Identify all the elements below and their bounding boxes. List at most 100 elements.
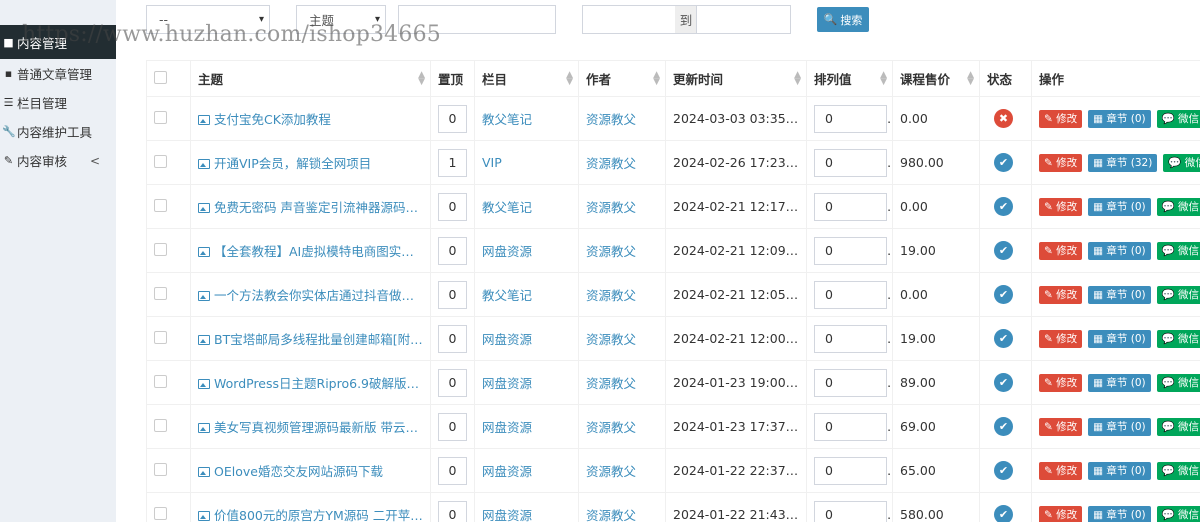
- row-author-link[interactable]: 资源教父: [578, 316, 666, 361]
- top-input[interactable]: 0: [438, 368, 467, 397]
- row-checkbox[interactable]: [154, 286, 167, 300]
- row-checkbox[interactable]: [154, 330, 167, 344]
- row-column-link[interactable]: 教父笔记: [474, 184, 579, 229]
- check-circle-icon[interactable]: ✔: [994, 417, 1013, 436]
- wechat-button[interactable]: 💬 微信: [1156, 505, 1200, 522]
- top-input[interactable]: 1: [438, 148, 467, 177]
- top-input[interactable]: 0: [438, 104, 467, 133]
- sidebar-item-column-management[interactable]: ☰ 栏目管理: [0, 88, 116, 117]
- rank-input[interactable]: 0: [814, 368, 887, 397]
- top-input[interactable]: 0: [438, 280, 467, 309]
- row-author-link[interactable]: 资源教父: [578, 272, 666, 317]
- row-column-link[interactable]: 网盘资源: [474, 448, 579, 493]
- check-circle-icon[interactable]: ✔: [994, 153, 1013, 172]
- row-title-link[interactable]: 美女写真视频管理源码最新版 带云转…: [190, 404, 431, 449]
- check-circle-icon[interactable]: ✔: [994, 373, 1013, 392]
- header-price[interactable]: 课程售价 ▲ ▼: [892, 60, 980, 97]
- edit-button[interactable]: ✎ 修改: [1039, 373, 1083, 392]
- chapter-button[interactable]: ▦ 章节 (0): [1088, 461, 1151, 480]
- rank-input[interactable]: 0: [814, 500, 887, 522]
- chapter-button[interactable]: ▦ 章节 (0): [1088, 241, 1151, 260]
- row-title-link[interactable]: 价值800元的原宫方YM源码 二开苹…: [190, 492, 431, 522]
- check-circle-icon[interactable]: ✔: [994, 461, 1013, 480]
- row-title-link[interactable]: 一个方法教会你实体店通过抖音做获…: [190, 272, 431, 317]
- rank-input[interactable]: 0: [814, 236, 887, 265]
- row-checkbox-cell[interactable]: [146, 140, 191, 185]
- rank-input[interactable]: 0: [814, 456, 887, 485]
- rank-input[interactable]: 0: [814, 192, 887, 221]
- range-end-input[interactable]: [696, 5, 791, 34]
- row-column-link[interactable]: 网盘资源: [474, 316, 579, 361]
- select-all-checkbox[interactable]: [154, 70, 167, 84]
- wechat-button[interactable]: 💬 微信: [1156, 329, 1200, 348]
- wechat-button[interactable]: 💬 微信: [1163, 153, 1200, 172]
- rank-input[interactable]: 0: [814, 412, 887, 441]
- row-author-link[interactable]: 资源教父: [578, 228, 666, 273]
- wechat-button[interactable]: 💬 微信: [1156, 461, 1200, 480]
- row-author-link[interactable]: 资源教父: [578, 360, 666, 405]
- category-select[interactable]: -- ▾: [146, 5, 270, 34]
- header-title[interactable]: 主题 ▲ ▼: [190, 60, 431, 97]
- row-checkbox-cell[interactable]: [146, 404, 191, 449]
- row-title-link[interactable]: 【全套教程】AI虚拟模特电商图实战…: [190, 228, 431, 273]
- row-title-link[interactable]: 免费无密码 声音鉴定引流神器源码，…: [190, 184, 431, 229]
- row-column-link[interactable]: VIP: [474, 140, 579, 185]
- chapter-button[interactable]: ▦ 章节 (0): [1088, 417, 1151, 436]
- row-checkbox-cell[interactable]: [146, 184, 191, 229]
- wechat-button[interactable]: 💬 微信: [1156, 285, 1200, 304]
- keyword-input[interactable]: [398, 5, 556, 34]
- row-checkbox[interactable]: [154, 154, 167, 168]
- sidebar-item-content-review[interactable]: ✎ 内容审核 <: [0, 146, 116, 175]
- search-button[interactable]: 🔍 搜索: [817, 7, 869, 32]
- top-input[interactable]: 0: [438, 192, 467, 221]
- edit-button[interactable]: ✎ 修改: [1039, 417, 1083, 436]
- wechat-button[interactable]: 💬 微信: [1156, 197, 1200, 216]
- header-rank[interactable]: 排列值 ▲ ▼: [806, 60, 893, 97]
- edit-button[interactable]: ✎ 修改: [1039, 285, 1083, 304]
- chapter-button[interactable]: ▦ 章节 (0): [1088, 373, 1151, 392]
- edit-button[interactable]: ✎ 修改: [1039, 461, 1083, 480]
- row-checkbox-cell[interactable]: [146, 228, 191, 273]
- top-input[interactable]: 0: [438, 456, 467, 485]
- wechat-button[interactable]: 💬 微信: [1156, 373, 1200, 392]
- check-circle-icon[interactable]: ✔: [994, 285, 1013, 304]
- row-checkbox[interactable]: [154, 242, 167, 256]
- range-start-input[interactable]: [582, 5, 676, 34]
- check-circle-icon[interactable]: ✔: [994, 505, 1013, 522]
- row-checkbox[interactable]: [154, 110, 167, 124]
- edit-button[interactable]: ✎ 修改: [1039, 505, 1083, 522]
- wechat-button[interactable]: 💬 微信: [1156, 417, 1200, 436]
- select-all-checkbox-cell[interactable]: [146, 60, 191, 97]
- row-title-link[interactable]: BT宝塔邮局多线程批量创建邮箱[附…: [190, 316, 431, 361]
- check-circle-icon[interactable]: ✔: [994, 329, 1013, 348]
- top-input[interactable]: 0: [438, 236, 467, 265]
- chapter-button[interactable]: ▦ 章节 (0): [1088, 329, 1151, 348]
- edit-button[interactable]: ✎ 修改: [1039, 241, 1083, 260]
- chapter-button[interactable]: ▦ 章节 (0): [1088, 285, 1151, 304]
- sidebar-item-article-management[interactable]: ▪ 普通文章管理: [0, 59, 116, 88]
- top-input[interactable]: 0: [438, 412, 467, 441]
- top-input[interactable]: 0: [438, 500, 467, 522]
- row-checkbox[interactable]: [154, 506, 167, 520]
- edit-button[interactable]: ✎ 修改: [1039, 109, 1083, 128]
- edit-button[interactable]: ✎ 修改: [1039, 329, 1083, 348]
- row-column-link[interactable]: 网盘资源: [474, 360, 579, 405]
- sidebar-item-maintenance-tools[interactable]: 🔧 内容维护工具: [0, 117, 116, 146]
- rank-input[interactable]: 0: [814, 104, 887, 133]
- chapter-button[interactable]: ▦ 章节 (0): [1088, 505, 1151, 522]
- row-checkbox-cell[interactable]: [146, 360, 191, 405]
- field-select[interactable]: 主题 ▾: [296, 5, 386, 34]
- row-checkbox[interactable]: [154, 462, 167, 476]
- header-column[interactable]: 栏目 ▲ ▼: [474, 60, 579, 97]
- row-column-link[interactable]: 教父笔记: [474, 96, 579, 141]
- check-circle-icon[interactable]: ✔: [994, 197, 1013, 216]
- row-title-link[interactable]: WordPress日主题Ripro6.9破解版解…: [190, 360, 431, 405]
- row-title-link[interactable]: 开通VIP会员，解锁全网项目: [190, 140, 431, 185]
- row-checkbox-cell[interactable]: [146, 96, 191, 141]
- row-author-link[interactable]: 资源教父: [578, 96, 666, 141]
- row-title-link[interactable]: OElove婚恋交友网站源码下载: [190, 448, 431, 493]
- row-author-link[interactable]: 资源教父: [578, 184, 666, 229]
- row-column-link[interactable]: 网盘资源: [474, 492, 579, 522]
- sidebar-item-content-management[interactable]: ■ 内容管理: [0, 25, 116, 59]
- row-column-link[interactable]: 网盘资源: [474, 228, 579, 273]
